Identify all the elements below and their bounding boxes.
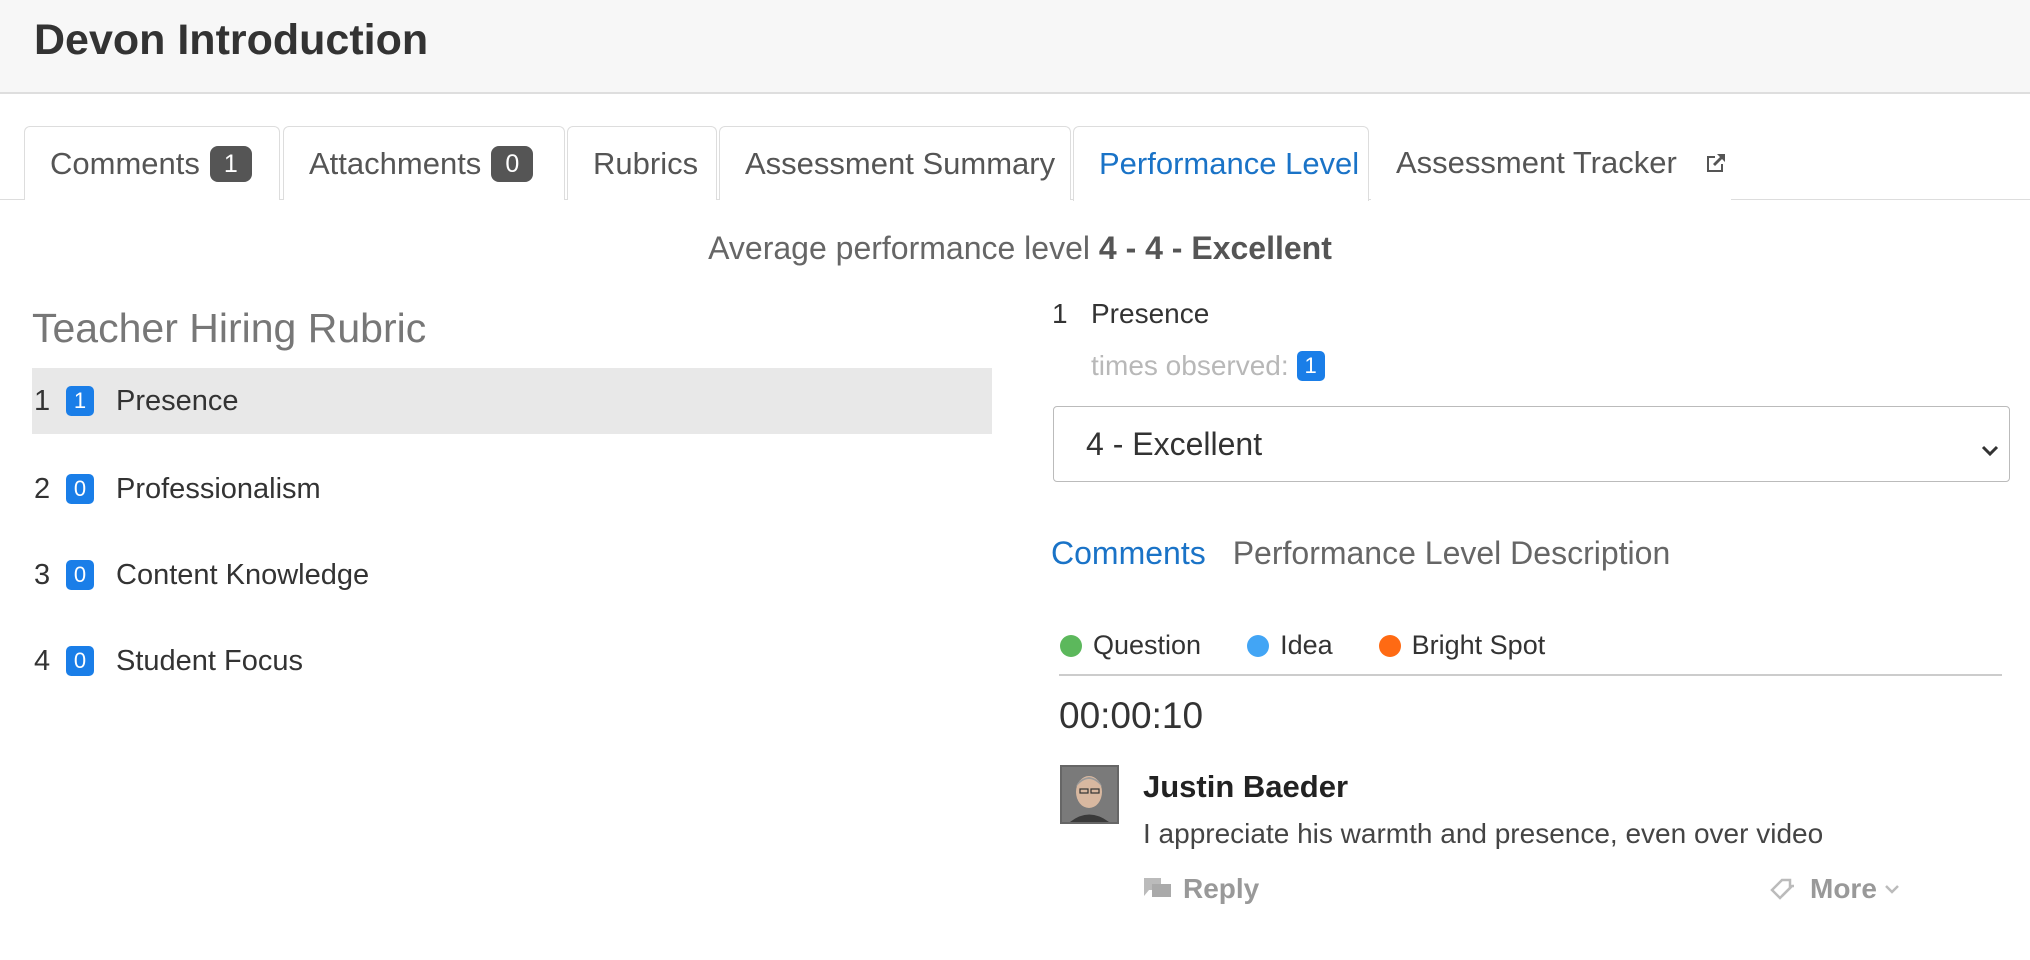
comment-author: Justin Baeder [1143,769,1349,804]
times-observed-badge: 1 [1296,351,1325,381]
tab-rubrics[interactable]: Rubrics [567,126,717,200]
average-value: 4 - 4 - Excellent [1098,230,1332,266]
tab-comments[interactable]: Comments 1 [24,126,280,200]
criterion-number: 3 [34,558,51,591]
tab-assessment-tracker[interactable]: Assessment Tracker [1371,126,1731,200]
criterion-detail-heading: 1 Presence [1052,298,1209,330]
criterion-label: Content Knowledge [116,558,370,591]
criterion-row-content-knowledge[interactable]: 3 0 Content Knowledge [32,542,992,608]
rubric-title: Teacher Hiring Rubric [32,305,427,351]
chevron-down-icon [1883,880,1901,898]
tab-label: Attachments [309,145,482,181]
external-link-icon [1703,150,1729,176]
tab-attachments[interactable]: Attachments 0 [283,126,565,200]
average-label: Average performance level [708,230,1099,266]
legend-label: Question [1093,630,1202,660]
tab-performance-level[interactable]: Performance Level [1073,126,1369,201]
page-header: Devon Introduction [0,0,2030,94]
observation-count-badge: 0 [66,560,94,590]
subtab-performance-level-description[interactable]: Performance Level Description [1233,535,1671,572]
observation-count-badge: 0 [66,474,94,504]
average-performance-level: Average performance level 4 - 4 - Excell… [0,230,2030,267]
comment-timestamp[interactable]: 00:00:10 [1059,695,1203,737]
comment-type-legend: Question Idea Bright Spot [1060,630,1591,661]
comment-text: I appreciate his warmth and presence, ev… [1143,818,1824,849]
orange-dot-icon [1378,634,1401,657]
tab-label: Assessment Summary [745,145,1056,181]
legend-label: Bright Spot [1411,630,1546,660]
tab-bar: Comments 1 Attachments 0 Rubrics Assessm… [0,126,2030,201]
observation-count-badge: 1 [66,386,94,416]
times-observed-label: times observed: [1091,350,1289,381]
more-button[interactable]: More [1770,873,1901,905]
tab-label: Comments [50,145,200,181]
tag-icon [1770,878,1800,900]
comments-count-badge: 1 [209,145,252,182]
legend-label: Idea [1280,630,1333,660]
performance-level-select[interactable]: 4 - Excellent [1053,406,2010,482]
criterion-number: 1 [34,384,51,417]
tab-label: Rubrics [593,145,699,181]
reply-label: Reply [1183,873,1260,904]
detail-subtabs: Comments Performance Level Description [1051,535,1697,572]
criterion-label: Presence [116,384,239,417]
more-label: More [1810,873,1877,904]
observation-count-badge: 0 [66,646,94,676]
criterion-detail-label: Presence [1091,298,1210,329]
criterion-detail-number: 1 [1052,298,1068,329]
criterion-label: Professionalism [116,472,321,505]
blue-dot-icon [1247,634,1270,657]
subtab-comments[interactable]: Comments [1051,535,1206,572]
selected-level: 4 - Excellent [1086,425,1263,462]
criterion-row-professionalism[interactable]: 2 0 Professionalism [32,456,992,522]
green-dot-icon [1060,634,1082,657]
tab-label: Assessment Tracker [1396,145,1677,180]
tab-label: Performance Level [1099,146,1360,181]
attachments-count-badge: 0 [491,145,534,182]
avatar [1060,765,1119,824]
criterion-row-student-focus[interactable]: 4 0 Student Focus [32,628,992,694]
legend-question[interactable]: Question [1060,630,1201,661]
legend-bright-spot[interactable]: Bright Spot [1378,630,1546,661]
criterion-label: Student Focus [116,644,303,677]
times-observed: times observed: 1 [1091,350,1347,382]
chevron-down-icon [1979,432,2001,469]
reply-button[interactable]: Reply [1143,873,1259,905]
legend-divider [1059,674,2002,676]
criterion-number: 4 [34,644,51,677]
legend-idea[interactable]: Idea [1247,630,1333,661]
reply-icon [1144,878,1171,897]
criterion-row-presence[interactable]: 1 1 Presence [32,368,992,434]
page-title: Devon Introduction [34,16,429,64]
tab-assessment-summary[interactable]: Assessment Summary [719,126,1071,200]
criterion-number: 2 [34,472,51,505]
